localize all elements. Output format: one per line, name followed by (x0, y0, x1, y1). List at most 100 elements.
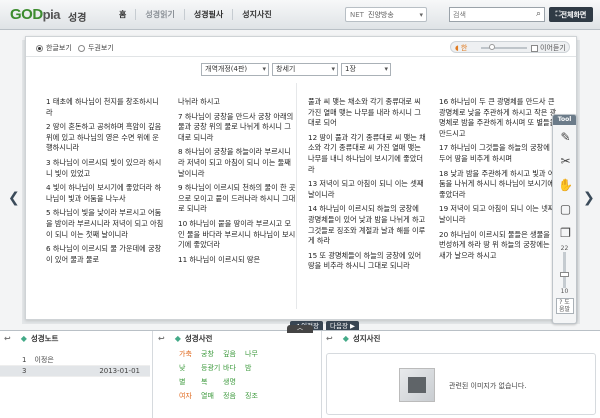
note-icon: ◆ (20, 333, 27, 343)
next-page-arrow-icon[interactable]: ❯ (583, 190, 595, 206)
verse[interactable]: 3 하나님이 이르시되 빛이 있으라 하시니 빛이 있었고 (46, 158, 164, 179)
checkbox[interactable] (531, 44, 538, 52)
back-icon[interactable]: ↩ (4, 334, 11, 343)
search-icon[interactable]: ⌕ (536, 9, 541, 19)
photo-panel-title: ↩ ◆ 성지사진 (326, 333, 381, 343)
hand-icon[interactable]: ✋ (553, 173, 578, 197)
help-button[interactable]: ? 도움말 (555, 298, 574, 314)
scissors-icon[interactable]: ✂ (553, 149, 578, 173)
dict-row: 여자 열매 정음 징조 (179, 391, 319, 405)
verse[interactable]: 4 빛이 하나님이 보시기에 좋았더라 하나님이 빛과 어둠을 나누사 (46, 183, 164, 204)
dict-term[interactable]: 복 (201, 377, 223, 391)
search-box: ⌕ (449, 7, 545, 22)
back-icon[interactable]: ↩ (158, 334, 165, 343)
dict-row: 가축 궁창 깊음 나무 (179, 349, 319, 363)
dict-term[interactable]: 가축 (179, 349, 201, 363)
version-select[interactable]: 개역개정(4판) ▾ (201, 63, 269, 76)
reader-control-bar: 한글보기 두권보기 ◖ 한 이어듣기 (26, 37, 576, 57)
chevron-down-icon: ▾ (384, 65, 388, 73)
copy-icon[interactable]: ❐ (553, 221, 578, 245)
verse[interactable]: 11 하나님이 이르시되 땅은 (178, 255, 296, 266)
nav-holy-land-photos[interactable]: 성지사진 (232, 9, 280, 20)
verse[interactable]: 7 하나님이 궁창을 만드사 궁창 아래의 물과 궁창 위의 물로 나뉘게 하시… (178, 112, 296, 144)
verse[interactable]: 12 땅이 풀과 각기 종류대로 씨 맺는 채소와 각기 종류대로 씨 가진 열… (308, 133, 426, 175)
fullscreen-button[interactable]: ⛶ 전체화면 (549, 7, 593, 22)
note-row[interactable]: 1 이정은 (0, 355, 150, 366)
dict-term[interactable]: 낮 (179, 363, 201, 377)
verse[interactable]: 5 하나님이 빛을 낮이라 부르시고 어둠을 밤이라 부르시니라 저녁이 되고 … (46, 208, 164, 240)
logo-subtitle: 성경 (68, 13, 87, 24)
dict-term[interactable]: 여자 (179, 391, 201, 405)
verse[interactable]: 20 하나님이 이르시되 물들은 생물을 번성하게 하라 땅 위 하늘의 궁창에… (439, 230, 557, 262)
chevron-down-icon: ▾ (262, 65, 266, 73)
verse[interactable]: 풀과 씨 맺는 채소와 각기 종류대로 씨 가진 열매 맺는 나무를 내라 하시… (308, 97, 426, 129)
verse[interactable]: 15 또 광명체들이 하늘의 궁창에 있어 땅을 비추라 하시니 그대로 되니라 (308, 251, 426, 272)
dict-term[interactable]: 징조 (245, 391, 267, 405)
verse[interactable]: 19 저녁이 되고 아침이 되니 이는 넷째 날이니라 (439, 204, 557, 225)
back-icon[interactable]: ↩ (326, 334, 333, 343)
dict-term[interactable]: 생명 (223, 377, 245, 391)
verse-columns: 1 태초에 하나님이 천지를 창조하시니라 2 땅이 혼돈하고 공허하며 흑암이… (46, 97, 561, 307)
speaker-icon[interactable]: ◖ 한 (455, 43, 467, 53)
chapter-select[interactable]: 1장 ▾ (341, 63, 391, 76)
dictionary-terms: 가축 궁창 깊음 나무 낮 등광기 바다 밤 별 복 생명 여자 열매 정음 징… (154, 345, 319, 405)
audio-player: ◖ 한 이어듣기 (450, 41, 570, 53)
main-nav: 홈 성경읽기 성경필사 성지사진 (110, 9, 281, 20)
chevron-down-icon: ▾ (419, 11, 423, 19)
font-size-slider[interactable] (560, 252, 569, 288)
tool-panel: Tool ✎ ✂ ✋ ▢ ❐ 22 10 ? 도움말 (552, 114, 577, 324)
continuous-play-toggle[interactable]: 이어듣기 (531, 43, 566, 53)
bible-dictionary-panel: ↩ ◆ 성경사전 가축 궁창 깊음 나무 낮 등광기 바다 밤 별 복 생명 여… (154, 331, 319, 418)
bottom-panels: ︿ ↩ ◆ 성경노트 1 이정은 3 2013-01-01 ↩ ◆ 성경사전 가… (0, 325, 600, 418)
verse[interactable]: 14 하나님이 이르시되 하늘의 궁창에 광명체들이 있어 낮과 밤을 나뉘게 … (308, 204, 426, 246)
verse[interactable]: 나뉘라 하시고 (178, 97, 296, 108)
audio-progress-track[interactable] (481, 47, 527, 49)
verse[interactable]: 8 하나님이 궁창을 하늘이라 부르시니라 저녁이 되고 아침이 되니 이는 둘… (178, 147, 296, 179)
dict-term[interactable]: 궁창 (201, 349, 223, 363)
verse[interactable]: 18 낮과 밤을 주관하게 하시고 빛과 어둠을 나뉘게 하시니 하나님이 보시… (439, 169, 557, 201)
verse[interactable]: 9 하나님이 이르시되 천하의 물이 한 곳으로 모이고 뭍이 드러나라 하시니… (178, 183, 296, 215)
search-input[interactable] (450, 8, 528, 21)
dict-term[interactable]: 별 (179, 377, 201, 391)
font-size-max: 22 (560, 245, 569, 252)
prev-page-arrow-icon[interactable]: ❮ (8, 190, 20, 206)
verse-column-3: 풀과 씨 맺는 채소와 각기 종류대로 씨 가진 열매 맺는 나무를 내라 하시… (308, 97, 426, 276)
verse[interactable]: 6 하나님이 이르시되 물 가운데에 궁창이 있어 물과 물로 (46, 244, 164, 265)
net-station-select[interactable]: NET 진양방송 ▾ (345, 7, 427, 22)
dict-term[interactable]: 등광기 (201, 363, 223, 377)
verse[interactable]: 13 저녁이 되고 아침이 되니 이는 셋째 날이니라 (308, 179, 426, 200)
nav-home[interactable]: 홈 (110, 9, 135, 20)
note-row[interactable]: 3 2013-01-01 (0, 366, 150, 377)
radio-dot-selected (36, 44, 43, 52)
dict-term[interactable]: 정음 (223, 391, 245, 405)
dict-term[interactable]: 나무 (245, 349, 267, 363)
radio-dual-view[interactable]: 두권보기 (78, 43, 114, 53)
verse[interactable]: 16 하나님이 두 큰 광명체를 만드사 큰 광명체로 낮을 주관하게 하시고 … (439, 97, 557, 139)
dict-term[interactable]: 열매 (201, 391, 223, 405)
tool-panel-title: Tool (553, 115, 576, 125)
bible-book: 한글보기 두권보기 ◖ 한 이어듣기 개역개정(4판)▾ 창세기▾ 1장▾ (25, 36, 577, 332)
chevron-down-icon: ▾ (331, 65, 335, 73)
photo-placeholder-box: 관련된 이미지가 없습니다. (326, 353, 596, 415)
bible-note-panel: ↩ ◆ 성경노트 1 이정은 3 2013-01-01 (0, 331, 150, 418)
radio-korean-view[interactable]: 한글보기 (36, 43, 72, 53)
pencil-icon[interactable]: ✎ (553, 125, 578, 149)
radio-dot (78, 44, 85, 52)
dict-term[interactable] (245, 377, 267, 391)
nav-bible-transcribe[interactable]: 성경필사 (183, 9, 232, 20)
nav-bible-reading[interactable]: 성경읽기 (135, 9, 183, 20)
book-select[interactable]: 창세기 ▾ (272, 63, 338, 76)
verse[interactable]: 1 태초에 하나님이 천지를 창조하시니라 (46, 97, 164, 118)
verse-column-4: 16 하나님이 두 큰 광명체를 만드사 큰 광명체로 낮을 주관하게 하시고 … (439, 97, 557, 265)
dict-term[interactable]: 바다 (223, 363, 245, 377)
window-icon[interactable]: ▢ (553, 197, 578, 221)
godpia-logo[interactable]: GODpia (10, 6, 60, 23)
panel-divider (152, 331, 153, 418)
verse[interactable]: 2 땅이 혼돈하고 공허하며 흑암이 깊음 위에 있고 하나님의 영은 수면 위… (46, 122, 164, 154)
audio-progress-knob[interactable] (489, 44, 495, 50)
dict-term[interactable]: 깊음 (223, 349, 245, 363)
verse[interactable]: 17 하나님이 그것들을 하늘의 궁창에 두어 땅을 비추게 하시며 (439, 143, 557, 164)
dict-term[interactable]: 밤 (245, 363, 267, 377)
verse[interactable]: 10 하나님이 뭍을 땅이라 부르시고 모인 물을 바다라 부르시니 하나님이 … (178, 219, 296, 251)
font-size-slider-knob[interactable] (560, 272, 569, 277)
